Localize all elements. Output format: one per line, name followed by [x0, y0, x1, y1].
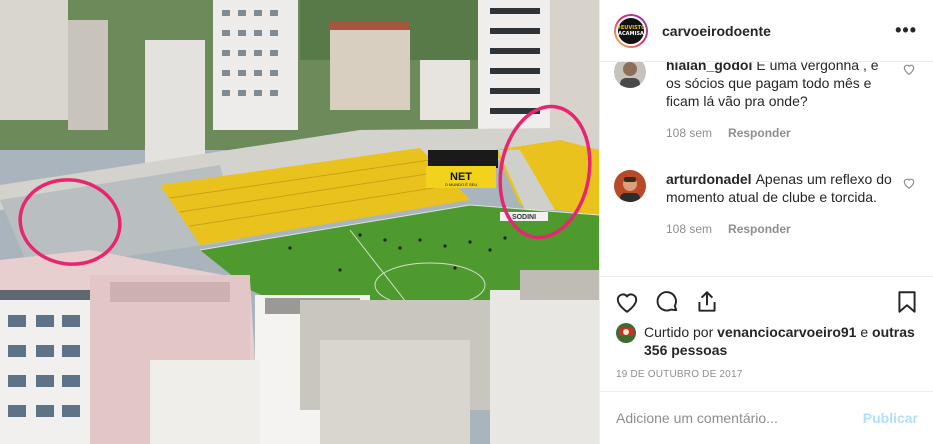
author-username[interactable]: carvoeirodoente [662, 23, 895, 39]
avatar-text-bottom: ACAMISA [618, 30, 644, 37]
comment-body: hialan_godoi É uma vergonha , e os sócios… [666, 62, 892, 142]
comment-age[interactable]: 108 sem [666, 220, 712, 238]
comment-avatar[interactable] [614, 62, 646, 88]
comment-age[interactable]: 108 sem [666, 124, 712, 142]
reply-button[interactable]: Responder [728, 220, 791, 238]
more-options-icon[interactable]: ••• [895, 20, 917, 41]
comment-meta: 108 sem Responder [666, 220, 892, 238]
publish-button[interactable]: Publicar [863, 410, 918, 426]
liker-avatar[interactable] [616, 323, 636, 343]
liker-username[interactable]: venanciocarvoeiro91 [717, 324, 856, 340]
scoreboard-subtitle: O MUNDO É SEU [445, 182, 478, 187]
comments-list[interactable]: hialan_godoi É uma vergonha , e os sócios… [600, 62, 933, 276]
comment-meta: 108 sem Responder [666, 124, 892, 142]
author-avatar-image: #EUVISTO ACAMISA [616, 15, 646, 46]
like-heart-icon[interactable] [614, 289, 640, 315]
reply-button[interactable]: Responder [728, 124, 791, 142]
likes-prefix: Curtido por [644, 324, 714, 340]
ad-board-text: SODINI [512, 214, 536, 221]
comment-body: arturdonadel Apenas um reflexo do momento… [666, 170, 892, 238]
comment-input[interactable] [616, 410, 863, 426]
comment-like-heart-icon[interactable] [902, 62, 916, 76]
comment-avatar[interactable] [614, 170, 646, 202]
comment-username[interactable]: arturdonadel [666, 171, 752, 187]
instagram-post: NET O MUNDO É SEU SODINI #EUVISTO ACAMIS… [0, 0, 933, 444]
comment-username[interactable]: hialan_godoi [666, 62, 752, 73]
post-sidebar: #EUVISTO ACAMISA carvoeirodoente ••• hia… [599, 0, 933, 444]
action-icons-bar [614, 289, 920, 317]
likes-summary: Curtido por venanciocarvoeiro91 e outras… [616, 323, 916, 359]
save-bookmark-icon[interactable] [894, 289, 920, 315]
share-icon[interactable] [694, 289, 720, 315]
author-avatar[interactable]: #EUVISTO ACAMISA [614, 13, 648, 48]
likes-and: e [860, 324, 869, 340]
post-date[interactable]: 19 DE OUTUBRO DE 2017 [616, 369, 742, 380]
stadium-photo: NET O MUNDO É SEU SODINI [0, 0, 599, 444]
post-photo: NET O MUNDO É SEU SODINI [0, 0, 599, 444]
comment-bubble-icon[interactable] [654, 289, 680, 315]
comment-like-heart-icon[interactable] [902, 176, 916, 190]
comment-composer: Publicar [600, 391, 933, 444]
post-header: #EUVISTO ACAMISA carvoeirodoente ••• [600, 0, 933, 62]
